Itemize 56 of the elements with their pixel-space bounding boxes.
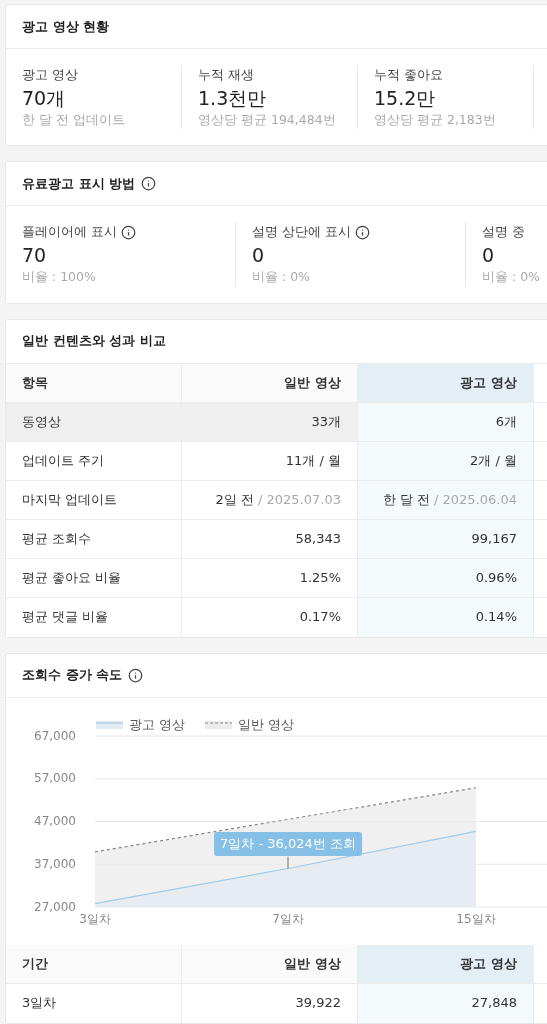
info-icon[interactable] [355,224,371,240]
stat-value: 15.2만 [374,85,437,111]
stat-label: 광고 영상 [22,66,79,84]
stat-note: 영상당 평균 2,183번 [374,110,497,129]
stat-value: 70 [22,242,48,268]
table-cell: 0.14% [358,597,534,637]
stat-value: 1.3천만 [198,85,268,111]
stat-note: 한 달 전 업데이트 [22,110,126,129]
stat-note: 비율 : 100% [22,267,97,286]
stat-label: 플레이어에 표시 [22,223,118,242]
column-header: 항목 [6,363,182,402]
stat-label: 설명 중 [482,223,526,242]
chart-tooltip: 7일차 - 36,024번 조회 [214,832,362,856]
x-axis-label: 7일차 [272,912,304,925]
stat-value: 70개 [22,85,67,111]
column-header: 광고 영상 [358,944,534,983]
table-cell: 6개 [358,402,534,441]
y-axis-label: 37,000 [34,857,76,870]
y-axis-label: 57,000 [34,772,76,785]
table-cell: 평균 댓글 비율 [6,597,182,637]
stat-note: 비율 : 0% [482,267,541,286]
table-cell: 27,848 [358,983,534,1023]
legend-label: 일반 영상 [238,715,294,734]
table-cell: 동영상 [6,402,182,441]
stat-label: 누적 재생 [198,66,255,84]
table-cell: 99,167 [358,519,534,558]
table-cell: 한 달 전 / 2025.06.04 [358,480,534,519]
info-icon[interactable] [121,224,137,240]
card-title: 광고 영상 현황 [22,17,110,36]
column-header: 일반 영상 [182,363,358,402]
table-cell: 2개 / 월 [358,441,534,480]
y-axis-label: 27,000 [34,900,76,913]
stat-note: 영상당 평균 194,484번 [198,110,337,129]
stat-label: 누적 좋아요 [374,66,444,84]
column-header: 기간 [6,944,182,983]
column-header: 일반 영상 [182,944,358,983]
legend-label: 광고 영상 [129,715,185,734]
stat-value: 0 [252,242,266,268]
card-title: 일반 컨텐츠와 성과 비교 [22,332,166,351]
legend-swatch-icon [96,720,123,729]
table-cell: 3일차 [6,983,182,1023]
y-axis-label: 67,000 [34,729,76,742]
stat-value: 0 [482,242,496,268]
table-cell: 0.96% [358,558,534,597]
info-icon[interactable] [128,667,144,683]
card-title: 조회수 증가 속도 [22,666,123,685]
x-axis-label: 15일차 [456,912,496,925]
info-icon[interactable] [141,176,157,192]
column-header: 광고 영상 [358,363,534,402]
legend-swatch-icon [205,720,232,729]
card-title: 유료광고 표시 방법 [22,175,136,193]
stat-label: 설명 상단에 표시 [252,223,352,242]
y-axis-label: 47,000 [34,815,76,827]
x-axis-label: 3일차 [79,912,111,925]
table-cell: 33개 [182,402,358,441]
stat-note: 비율 : 0% [252,267,311,286]
